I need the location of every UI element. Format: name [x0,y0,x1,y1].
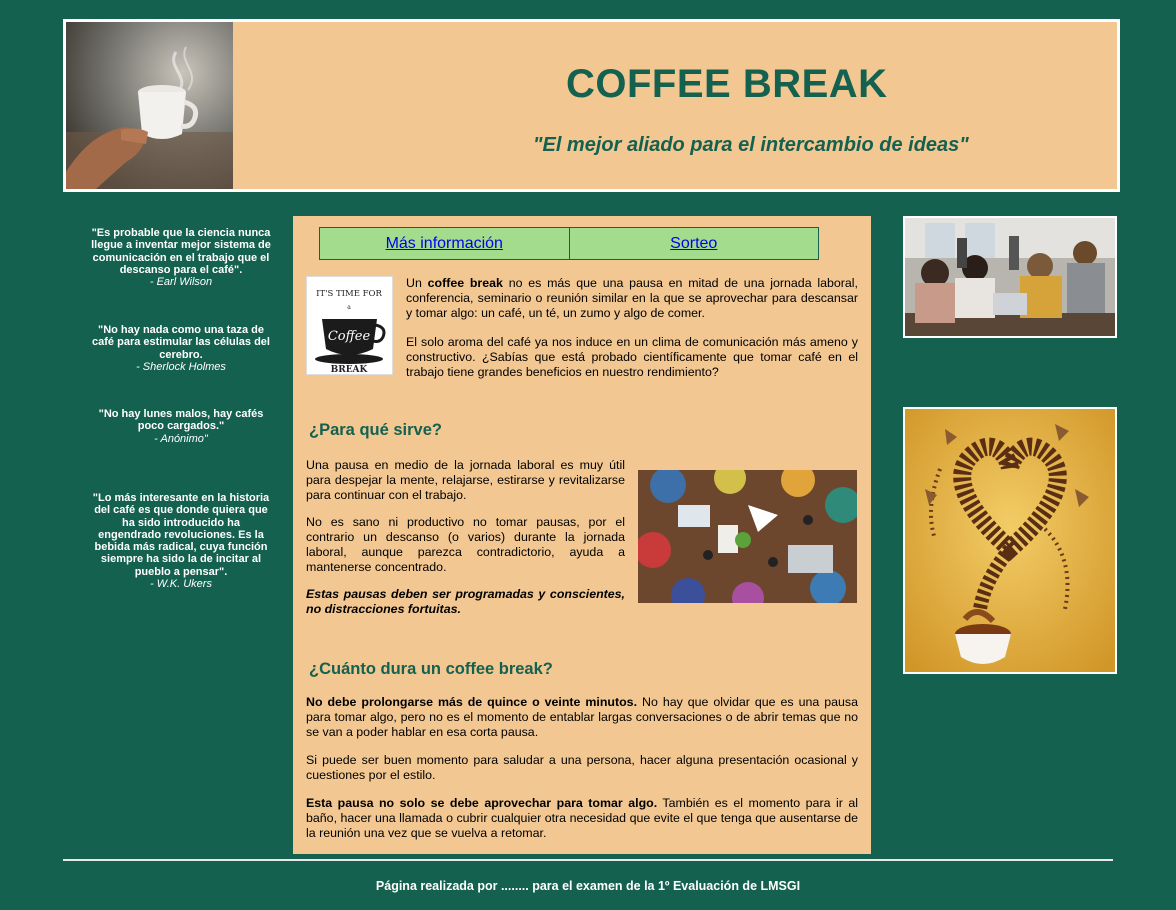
quote-text: "No hay nada como una taza de café para … [92,324,270,361]
section-title-duration: ¿Cuánto dura un coffee break? [309,660,553,678]
coffee-break-logo: IT'S TIME FOR a Coffee BREAK [306,276,393,375]
page-subtitle: "El mejor aliado para el intercambio de … [533,134,969,156]
quote-2: "No hay nada como una taza de café para … [90,324,272,373]
intro-paragraph-1: Un coffee break no es más que una pausa … [406,276,858,320]
purpose-paragraph-1: Una pausa en medio de la jornada laboral… [306,458,625,502]
logo-line-4: BREAK [331,365,369,374]
quote-1: "Es probable que la ciencia nunca llegue… [90,227,272,288]
logo-line-3: Coffee [328,329,371,344]
quote-text: "Lo más interesante en la historia del c… [92,492,270,578]
nav-link-more-info[interactable]: Más información [319,227,570,260]
main-content: Más información Sorteo IT'S TIME FOR a C… [293,216,871,854]
intro-paragraph-2: El solo aroma del café ya nos induce en … [406,335,858,379]
footer-text: Página realizada por ........ para el ex… [375,879,801,893]
hand-holding-coffee-image [66,22,233,189]
logo-line-2: a [347,304,351,311]
nav-link-raffle[interactable]: Sorteo [568,227,819,260]
page-title: COFFEE BREAK [566,62,888,106]
team-meeting-image [638,470,857,603]
footer-divider [63,859,1113,861]
coffee-cup-illustration [66,22,233,189]
page-header: COFFEE BREAK "El mejor aliado para el in… [63,19,1120,192]
quote-author: - Anónimo" [154,432,208,445]
duration-paragraph-2: Si puede ser buen momento para saludar a… [306,753,858,782]
quote-4: "Lo más interesante en la historia del c… [90,492,272,590]
office-team-image [903,216,1117,338]
nav-bar: Más información Sorteo [319,227,819,260]
purpose-paragraph-3: Estas pausas deben ser programadas y con… [306,587,625,616]
quote-author: - Earl Wilson [149,276,213,289]
logo-line-1: IT'S TIME FOR [316,289,382,299]
coffee-beans-image [903,407,1117,674]
purpose-paragraph-2: No es sano ni productivo no tomar pausas… [306,515,625,574]
quote-author: - Sherlock Holmes [136,360,226,373]
quote-3: "No hay lunes malos, hay cafés poco carg… [90,408,272,445]
section-title-purpose: ¿Para qué sirve? [309,421,442,439]
quote-author: - W.K. Ukers [150,578,212,591]
duration-paragraph-1: No debe prolongarse más de quince o vein… [306,695,858,739]
duration-paragraph-3: Esta pausa no solo se debe aprovechar pa… [306,796,858,840]
quote-text: "No hay lunes malos, hay cafés poco carg… [98,408,264,433]
quote-text: "Es probable que la ciencia nunca llegue… [91,227,271,276]
